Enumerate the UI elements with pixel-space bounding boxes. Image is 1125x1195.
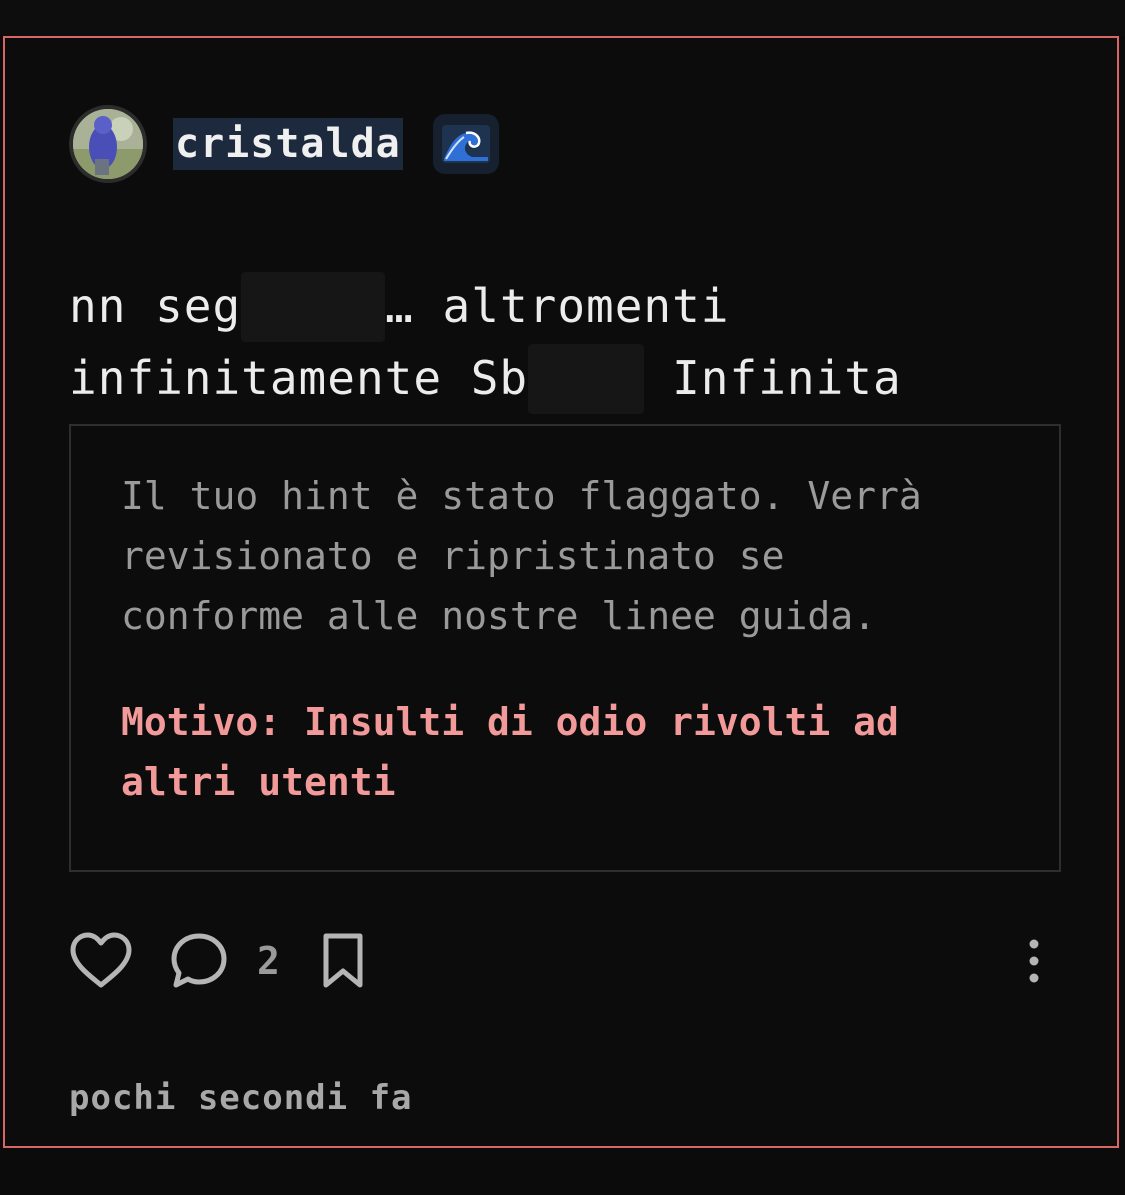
post-actions: 2 (69, 926, 1059, 996)
post-text: nn seg … altromenti infinitamente Sb Infin… (69, 270, 1049, 414)
top-strip (0, 0, 1125, 36)
like-button[interactable] (69, 926, 133, 996)
post-line: nn seg … altromenti (69, 270, 1049, 342)
post-header: cristalda (69, 102, 499, 186)
user-badge (432, 114, 499, 174)
more-vertical-icon (1029, 939, 1039, 983)
post-timestamp: pochi secondi fa (69, 1078, 413, 1118)
bookmark-icon (323, 933, 363, 988)
moderation-reason: Motivo: Insulti di odio rivolti ad altri… (121, 700, 899, 804)
redacted-block (528, 343, 645, 414)
redacted-block (241, 271, 386, 342)
post-line: infinitamente Sb Infinita (69, 342, 1049, 414)
post-text-segment: nn seg (69, 279, 242, 333)
moderation-message: Il tuo hint è stato flaggato. Verrà revi… (121, 474, 922, 638)
more-options-button[interactable] (1021, 926, 1047, 996)
username[interactable]: cristalda (173, 118, 403, 170)
bookmark-button[interactable] (321, 926, 365, 996)
heart-icon (70, 932, 132, 988)
post-text-segment: Infinita (672, 351, 902, 405)
moderation-notice: Il tuo hint è stato flaggato. Verrà revi… (69, 424, 1061, 872)
user-avatar-photo (73, 109, 143, 179)
post-card: cristalda nn seg … altromenti infinitamen… (3, 36, 1119, 1148)
avatar[interactable] (69, 105, 147, 183)
post-text-segment: infinitamente Sb (69, 351, 529, 405)
wave-emoji-icon (441, 125, 490, 163)
comment-button[interactable]: 2 (169, 926, 280, 996)
post-text-segment: … altromenti (385, 279, 730, 333)
comment-bubble-icon (171, 933, 227, 988)
comment-count: 2 (257, 939, 280, 983)
